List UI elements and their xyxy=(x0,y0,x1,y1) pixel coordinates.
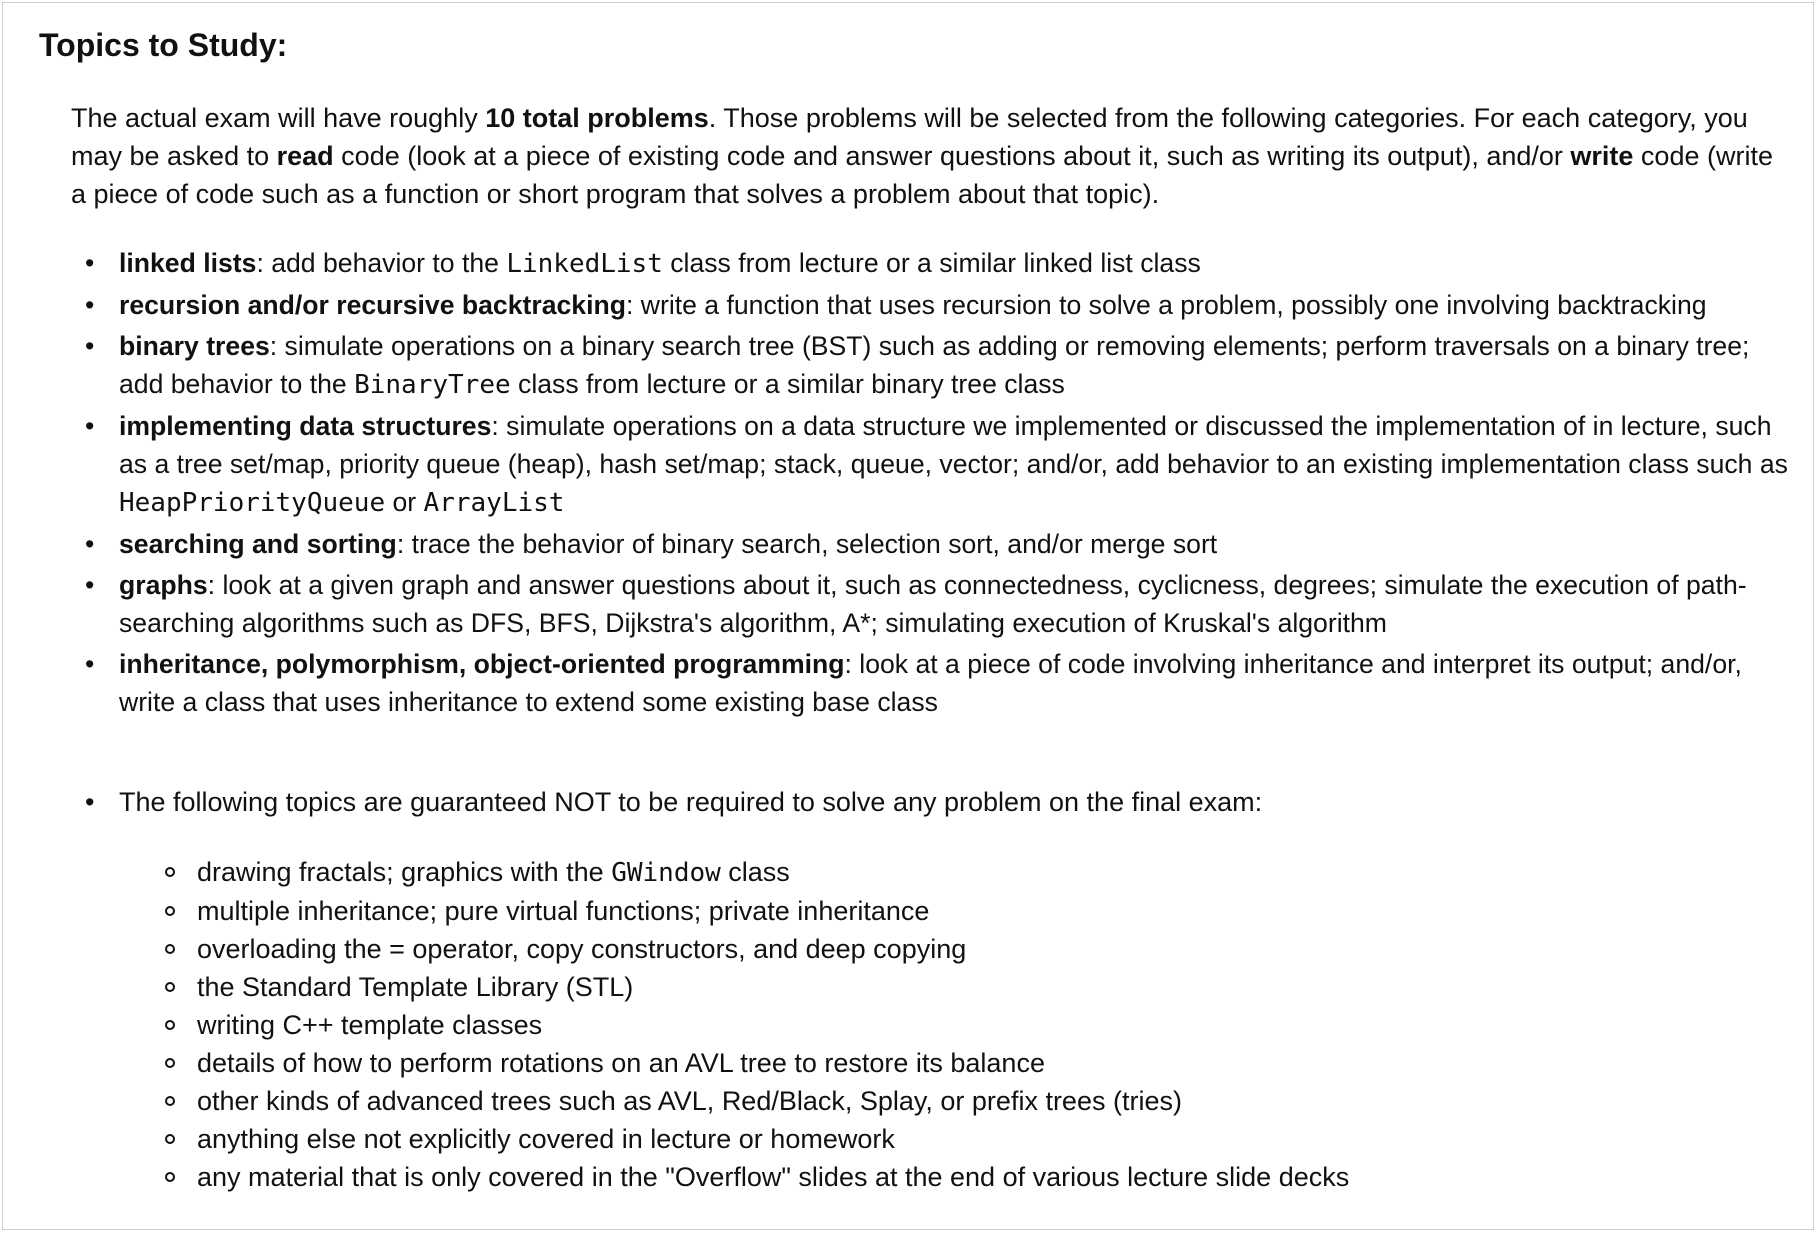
topics-list: • linked lists: add behavior to the Linke… xyxy=(71,244,1801,724)
topic-name: inheritance, polymorphism, object-orient… xyxy=(119,649,845,679)
bullet-icon: • xyxy=(85,331,95,361)
circle-bullet-icon xyxy=(165,1134,175,1144)
topic-text: class from lecture or a similar binary t… xyxy=(510,369,1065,399)
sublist-text: writing C++ template classes xyxy=(197,1010,543,1040)
topic-item-graphs: • graphs: look at a given graph and answe… xyxy=(71,566,1801,642)
sublist-item: any material that is only covered in the… xyxy=(119,1158,1791,1196)
intro-bold-problems: 10 total problems xyxy=(485,103,709,133)
topic-item-linked-lists: • linked lists: add behavior to the Linke… xyxy=(71,244,1801,283)
bullet-icon: • xyxy=(85,248,95,278)
intro-paragraph: The actual exam will have roughly 10 tot… xyxy=(71,99,1791,213)
intro-text: The actual exam will have roughly xyxy=(71,103,486,133)
circle-bullet-icon xyxy=(165,982,175,992)
topic-name: recursion and/or recursive backtracking xyxy=(119,290,626,320)
sublist-text: multiple inheritance; pure virtual funct… xyxy=(197,896,930,926)
not-required-list: • The following topics are guaranteed NOT… xyxy=(71,783,1791,1196)
circle-bullet-icon xyxy=(165,1096,175,1106)
topic-name: graphs xyxy=(119,570,208,600)
topic-item-data-structures: • implementing data structures: simulate … xyxy=(71,407,1801,522)
sublist-text: details of how to perform rotations on a… xyxy=(197,1048,1045,1078)
sublist-text: any material that is only covered in the… xyxy=(197,1162,1350,1192)
bullet-icon: • xyxy=(85,411,95,441)
sublist-item: other kinds of advanced trees such as AV… xyxy=(119,1082,1791,1120)
topic-text: or xyxy=(385,487,424,517)
topic-name: searching and sorting xyxy=(119,529,397,559)
intro-bold-read: read xyxy=(276,141,334,171)
sublist-item: the Standard Template Library (STL) xyxy=(119,968,1791,1006)
topic-text: : trace the behavior of binary search, s… xyxy=(396,529,1218,559)
circle-bullet-icon xyxy=(165,944,175,954)
circle-bullet-icon xyxy=(165,867,175,877)
intro-bold-write: write xyxy=(1570,141,1634,171)
circle-bullet-icon xyxy=(165,1172,175,1182)
topic-text: : look at a given graph and answer quest… xyxy=(119,570,1747,638)
code-term: BinaryTree xyxy=(354,370,511,400)
sublist-text: other kinds of advanced trees such as AV… xyxy=(197,1086,1182,1116)
topic-name: binary trees xyxy=(119,331,270,361)
code-term: HeapPriorityQueue xyxy=(119,488,386,518)
bullet-icon: • xyxy=(85,649,95,679)
sublist-item: writing C++ template classes xyxy=(119,1006,1791,1044)
topic-name: implementing data structures xyxy=(119,411,492,441)
sublist-item: drawing fractals; graphics with the GWin… xyxy=(119,853,1791,892)
code-term: GWindow xyxy=(611,858,721,888)
document-frame: Topics to Study: The actual exam will ha… xyxy=(2,2,1814,1230)
code-term: ArrayList xyxy=(423,488,565,518)
not-required-sublist: drawing fractals; graphics with the GWin… xyxy=(119,853,1791,1196)
sublist-text: class xyxy=(720,857,790,887)
topic-text: : write a function that uses recursion t… xyxy=(625,290,1707,320)
not-required-item: • The following topics are guaranteed NOT… xyxy=(71,783,1791,1196)
not-required-heading: The following topics are guaranteed NOT … xyxy=(119,787,1263,817)
topic-item-binary-trees: • binary trees: simulate operations on a … xyxy=(71,327,1801,404)
bullet-icon: • xyxy=(85,570,95,600)
code-term: LinkedList xyxy=(506,249,663,279)
topic-item-searching-sorting: • searching and sorting: trace the behavi… xyxy=(71,525,1801,563)
circle-bullet-icon xyxy=(165,906,175,916)
page-title: Topics to Study: xyxy=(39,27,288,63)
sublist-text: drawing fractals; graphics with the xyxy=(197,857,612,887)
circle-bullet-icon xyxy=(165,1058,175,1068)
sublist-item: overloading the = operator, copy constru… xyxy=(119,930,1791,968)
sublist-text: anything else not explicitly covered in … xyxy=(197,1124,895,1154)
topic-text: class from lecture or a similar linked l… xyxy=(662,248,1201,278)
topic-name: linked lists xyxy=(119,248,257,278)
circle-bullet-icon xyxy=(165,1020,175,1030)
sublist-item: multiple inheritance; pure virtual funct… xyxy=(119,892,1791,930)
sublist-text: overloading the = operator, copy constru… xyxy=(197,934,967,964)
sublist-item: details of how to perform rotations on a… xyxy=(119,1044,1791,1082)
topic-item-recursion: • recursion and/or recursive backtracking… xyxy=(71,286,1801,324)
bullet-icon: • xyxy=(85,787,95,817)
topic-item-inheritance: • inheritance, polymorphism, object-orien… xyxy=(71,645,1801,721)
topic-text: : add behavior to the xyxy=(256,248,507,278)
intro-text: code (look at a piece of existing code a… xyxy=(333,141,1571,171)
sublist-text: the Standard Template Library (STL) xyxy=(197,972,634,1002)
sublist-item: anything else not explicitly covered in … xyxy=(119,1120,1791,1158)
bullet-icon: • xyxy=(85,529,95,559)
bullet-icon: • xyxy=(85,290,95,320)
